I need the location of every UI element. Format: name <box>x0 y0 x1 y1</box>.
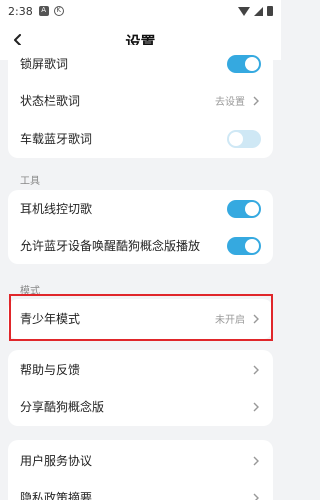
row-earphone-control[interactable]: 耳机线控切歌 <box>8 190 273 227</box>
toggle-knob <box>245 56 259 71</box>
row-label: 分享酷狗概念版 <box>20 400 105 414</box>
wifi-icon <box>238 6 250 16</box>
toggle-knob <box>229 131 243 146</box>
card-help: 帮助与反馈 分享酷狗概念版 <box>8 350 273 426</box>
section-header-tools: 工具 <box>20 176 40 187</box>
row-label: 帮助与反馈 <box>20 363 81 377</box>
row-help-feedback[interactable]: 帮助与反馈 <box>8 351 273 388</box>
row-label: 车载蓝牙歌词 <box>20 132 93 146</box>
row-user-agreement[interactable]: 用户服务协议 <box>8 442 273 479</box>
chevron-right-icon <box>253 493 259 500</box>
card-legal: 用户服务协议 隐私政策摘要 <box>8 440 273 500</box>
chevron-right-icon <box>253 456 259 465</box>
row-lockscreen-lyrics[interactable]: 锁屏歌词 <box>8 45 273 82</box>
notification-a-icon: A <box>38 6 49 16</box>
row-share-app[interactable]: 分享酷狗概念版 <box>8 388 273 425</box>
row-label: 状态栏歌词 <box>20 94 81 108</box>
row-label: 隐私政策摘要 <box>20 491 93 500</box>
row-label: 锁屏歌词 <box>20 57 69 71</box>
status-bar: 2:38 A K <box>0 0 281 22</box>
row-value: 去设置 <box>215 97 245 108</box>
row-label: 耳机线控切歌 <box>20 202 93 216</box>
card-mode: 青少年模式 未开启 <box>8 299 273 339</box>
row-privacy-summary[interactable]: 隐私政策摘要 <box>8 479 273 500</box>
row-label: 用户服务协议 <box>20 454 93 468</box>
toggle-bluetooth-wake[interactable] <box>227 236 261 255</box>
row-value: 未开启 <box>215 315 245 326</box>
toggle-knob <box>245 238 259 253</box>
toggle-earphone-control[interactable] <box>227 199 261 218</box>
chevron-right-icon <box>253 96 259 105</box>
chevron-right-icon <box>253 402 259 411</box>
chevron-right-icon <box>253 314 259 323</box>
row-bluetooth-wake[interactable]: 允许蓝牙设备唤醒酷狗概念版播放 <box>8 227 273 264</box>
row-label: 允许蓝牙设备唤醒酷狗概念版播放 <box>20 239 201 253</box>
row-teen-mode[interactable]: 青少年模式 未开启 <box>8 300 273 337</box>
system-icons <box>238 6 273 16</box>
battery-icon <box>267 6 273 16</box>
row-statusbar-lyrics[interactable]: 状态栏歌词 去设置 <box>8 82 273 119</box>
row-car-bluetooth-lyrics[interactable]: 车载蓝牙歌词 <box>8 120 273 157</box>
toggle-car-bluetooth-lyrics[interactable] <box>227 129 261 148</box>
toggle-lockscreen-lyrics[interactable] <box>227 54 261 73</box>
card-lyrics: 锁屏歌词 状态栏歌词 去设置 车载蓝牙歌词 <box>8 45 273 158</box>
notification-k-icon: K <box>53 6 64 16</box>
card-tools: 耳机线控切歌 允许蓝牙设备唤醒酷狗概念版播放 <box>8 190 273 264</box>
status-time: 2:38 <box>8 4 33 18</box>
chevron-right-icon <box>253 365 259 374</box>
row-label: 青少年模式 <box>20 312 81 326</box>
signal-icon <box>254 6 263 16</box>
toggle-knob <box>245 201 259 216</box>
section-header-mode: 模式 <box>20 286 40 297</box>
